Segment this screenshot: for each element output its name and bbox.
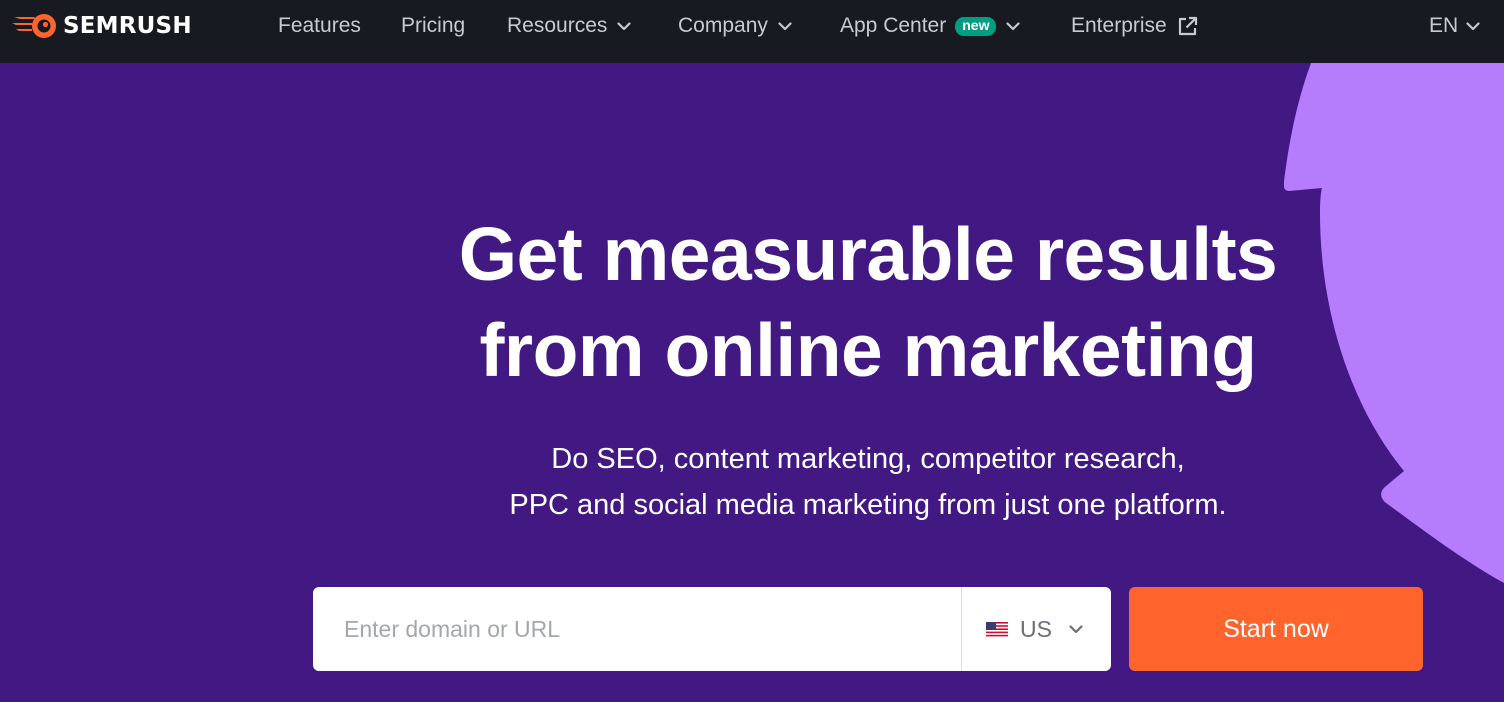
logo-wordmark: SEMRUSH bbox=[63, 13, 192, 39]
hero-subtitle: Do SEO, content marketing, competitor re… bbox=[318, 436, 1418, 528]
semrush-fireball-icon bbox=[12, 14, 56, 38]
nav-resources-label: Resources bbox=[507, 14, 608, 37]
page: SEMRUSH Features Pricing Resources Compa… bbox=[0, 0, 1504, 702]
domain-input[interactable] bbox=[313, 587, 961, 671]
nav-pricing-label: Pricing bbox=[401, 14, 466, 37]
us-flag-icon bbox=[986, 621, 1008, 637]
language-label: EN bbox=[1429, 14, 1459, 37]
chevron-down-icon bbox=[1466, 21, 1480, 30]
nav-pricing[interactable]: Pricing bbox=[401, 0, 465, 52]
nav-resources[interactable]: Resources bbox=[507, 0, 631, 52]
hero-headline: Get measurable results from online marke… bbox=[334, 206, 1402, 398]
nav-app-center[interactable]: App Center new bbox=[840, 0, 1021, 52]
new-badge: new bbox=[955, 16, 997, 36]
hero-headline-line-1: Get measurable results bbox=[458, 212, 1278, 296]
start-now-button[interactable]: Start now bbox=[1129, 587, 1423, 671]
semrush-logo[interactable]: SEMRUSH bbox=[12, 12, 192, 40]
external-link-icon bbox=[1178, 16, 1197, 35]
chevron-down-icon bbox=[617, 21, 631, 30]
country-code: US bbox=[1020, 615, 1052, 642]
country-selector[interactable]: US bbox=[961, 587, 1111, 671]
nav-features-label: Features bbox=[278, 14, 361, 37]
nav-company[interactable]: Company bbox=[678, 0, 792, 52]
chevron-down-icon bbox=[778, 21, 792, 30]
nav-features[interactable]: Features bbox=[278, 0, 361, 52]
hero-subtitle-line-1: Do SEO, content marketing, competitor re… bbox=[551, 443, 1185, 475]
nav-enterprise[interactable]: Enterprise bbox=[1071, 0, 1198, 52]
domain-search-box: US bbox=[313, 587, 1111, 671]
nav-enterprise-label: Enterprise bbox=[1071, 14, 1167, 37]
language-selector[interactable]: EN bbox=[1429, 0, 1480, 52]
chevron-down-icon bbox=[1006, 21, 1021, 30]
chevron-down-icon bbox=[1069, 624, 1083, 633]
hero-headline-line-2: from online marketing bbox=[479, 308, 1257, 392]
top-nav: SEMRUSH Features Pricing Resources Compa… bbox=[0, 0, 1504, 63]
hero-subtitle-line-2: PPC and social media marketing from just… bbox=[509, 489, 1227, 521]
nav-app-center-label: App Center bbox=[840, 14, 947, 37]
nav-company-label: Company bbox=[678, 14, 768, 37]
